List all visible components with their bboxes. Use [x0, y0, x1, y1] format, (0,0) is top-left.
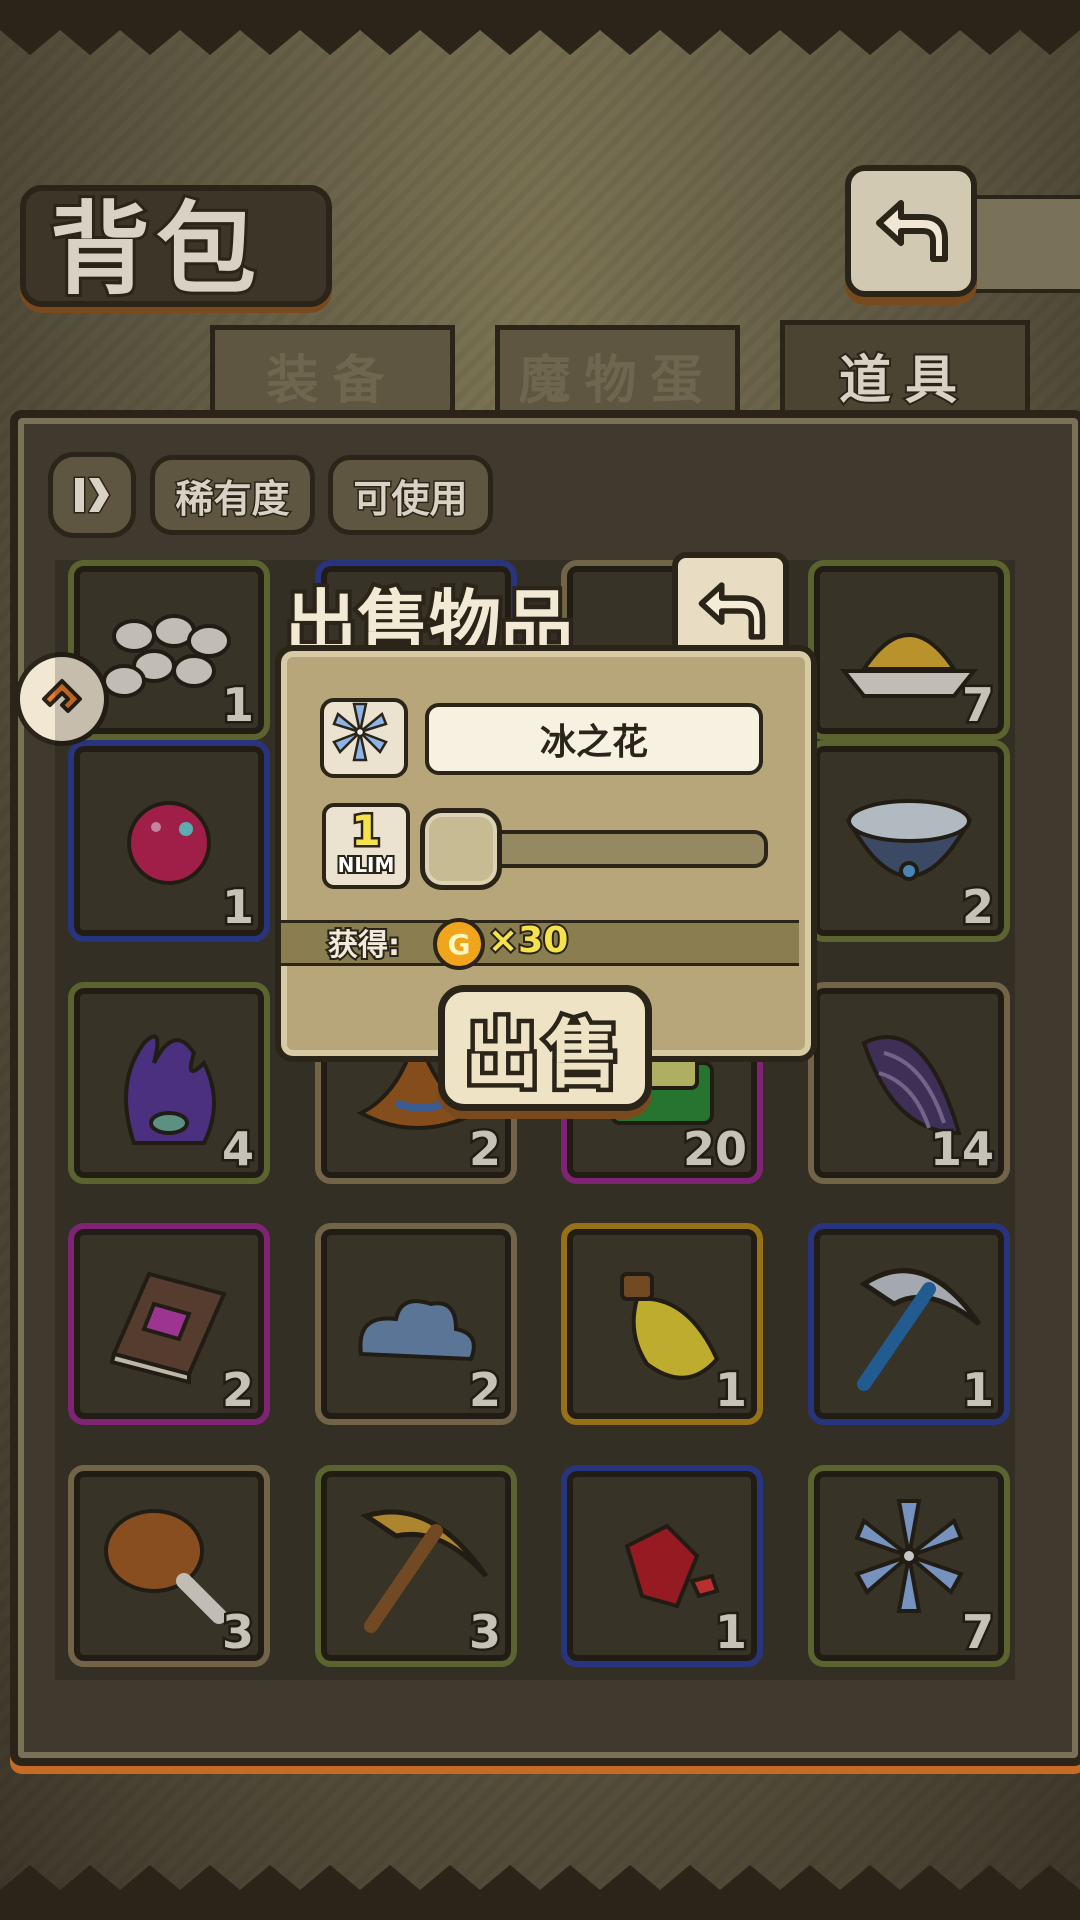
item-quantity: 2: [959, 878, 996, 937]
item-quantity: 1: [219, 676, 256, 735]
item-quantity: 1: [712, 1361, 749, 1420]
quantity-label: NLIM: [336, 851, 397, 879]
item-quantity: 20: [680, 1120, 749, 1179]
item-slot[interactable]: 14: [808, 982, 1010, 1184]
item-slot[interactable]: 1: [561, 1465, 763, 1667]
item-slot[interactable]: 1: [68, 740, 270, 942]
item-slot[interactable]: 1: [808, 1223, 1010, 1425]
item-slot[interactable]: 2: [315, 1223, 517, 1425]
ice-flower-icon: [332, 702, 388, 762]
tab-monster-eggs[interactable]: 魔物蛋: [495, 325, 740, 420]
gain-label: 获得:: [326, 926, 402, 965]
arrow-badge-icon: [42, 679, 82, 713]
item-quantity: 3: [466, 1603, 503, 1662]
gain-amount: ×30: [486, 918, 570, 963]
filter-usable-button[interactable]: 可使用: [328, 455, 493, 535]
item-quantity: 7: [959, 676, 996, 735]
side-arrow-button[interactable]: [15, 652, 109, 746]
sell-button[interactable]: 出售: [438, 985, 652, 1111]
item-quantity: 1: [712, 1603, 749, 1662]
item-slot[interactable]: 3: [68, 1465, 270, 1667]
item-quantity: 4: [219, 1120, 256, 1179]
item-quantity: 2: [466, 1120, 503, 1179]
sort-toggle-button[interactable]: [48, 452, 136, 538]
item-slot[interactable]: 2: [808, 740, 1010, 942]
item-quantity: 2: [219, 1361, 256, 1420]
item-quantity: 3: [219, 1603, 256, 1662]
quantity-slider-knob[interactable]: [420, 808, 502, 890]
item-quantity: 7: [959, 1603, 996, 1662]
tab-equipment[interactable]: 装备: [210, 325, 455, 420]
sell-item-slot: [320, 698, 408, 778]
gold-coin-icon: G: [433, 918, 485, 970]
return-arrow-icon: [698, 581, 765, 640]
item-slot[interactable]: 3: [315, 1465, 517, 1667]
bottom-border: [0, 1865, 1080, 1920]
return-arrow-icon: [876, 200, 948, 262]
sort-toggle-icon: [73, 476, 111, 514]
filter-rarity-button[interactable]: 稀有度: [150, 455, 315, 535]
top-border: [0, 0, 1080, 55]
item-quantity: 1: [959, 1361, 996, 1420]
item-quantity: 14: [927, 1120, 996, 1179]
item-slot[interactable]: 1: [561, 1223, 763, 1425]
item-quantity: 1: [219, 878, 256, 937]
quantity-value: 1: [349, 804, 383, 858]
item-quantity: 2: [466, 1361, 503, 1420]
page-title: 背包: [47, 187, 262, 311]
item-slot[interactable]: 7: [808, 560, 1010, 740]
header-bar: [960, 195, 1080, 293]
item-slot[interactable]: 2: [68, 1223, 270, 1425]
back-button[interactable]: [845, 165, 977, 297]
item-name-field: 冰之花: [425, 703, 763, 775]
item-slot[interactable]: 7: [808, 1465, 1010, 1667]
item-slot[interactable]: 4: [68, 982, 270, 1184]
